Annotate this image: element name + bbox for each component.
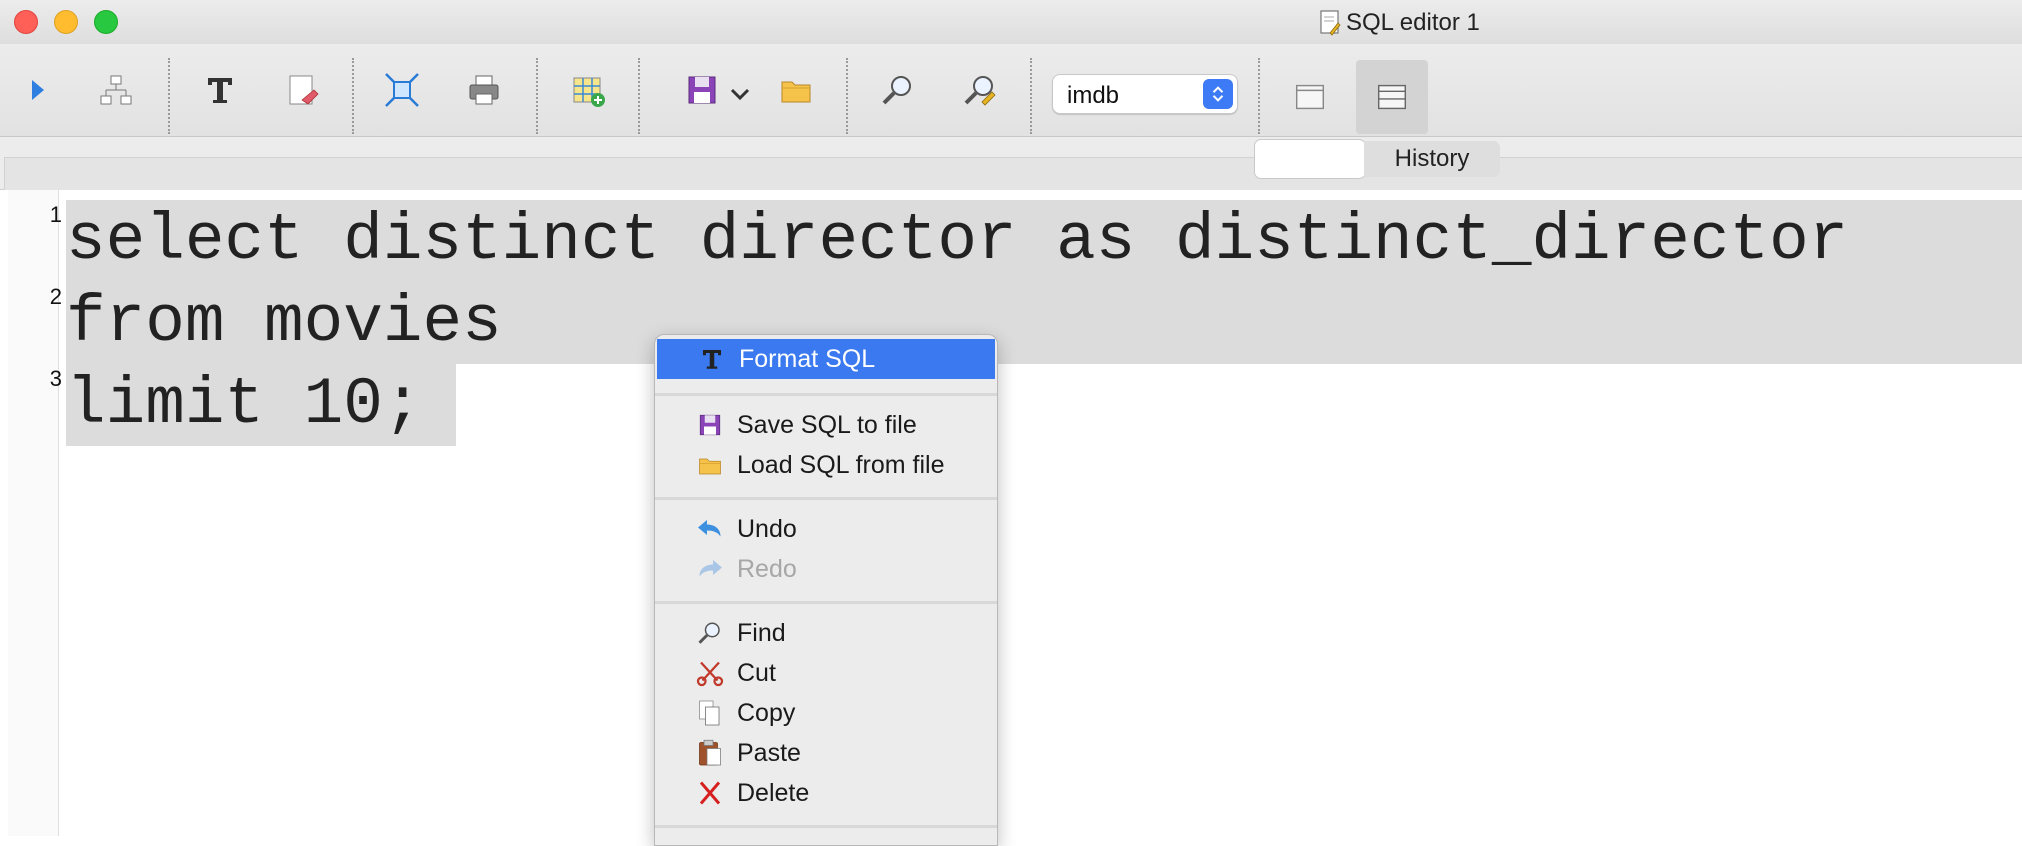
- toolbar-separator: [352, 58, 354, 134]
- find-icon: [882, 76, 911, 105]
- line-number: 3: [49, 366, 62, 391]
- menu-separator: [655, 601, 997, 604]
- format-sql-button[interactable]: [194, 64, 246, 116]
- menu-item-load-sql[interactable]: Load SQL from file: [655, 445, 995, 485]
- explain-plan-button[interactable]: [90, 64, 142, 116]
- find-icon: [693, 616, 727, 650]
- menu-separator: [655, 393, 997, 396]
- open-folder-icon: [693, 448, 727, 482]
- find-button[interactable]: [872, 64, 924, 116]
- sql-document-icon: [1320, 10, 1341, 36]
- window-title: SQL editor 1: [1318, 8, 1480, 38]
- copy-icon: [693, 696, 727, 730]
- single-pane-icon: [1295, 84, 1325, 110]
- code-line: select distinct director as distinct_dir…: [66, 203, 1849, 278]
- menu-item-find[interactable]: Find: [655, 613, 995, 653]
- expand-button[interactable]: [376, 64, 428, 116]
- menu-item-label: Load SQL from file: [737, 450, 945, 479]
- menu-item-label: Copy: [737, 698, 796, 727]
- menu-item-redo[interactable]: Redo: [655, 549, 995, 589]
- updown-chevron-icon: [1203, 79, 1233, 109]
- find-replace-icon: [964, 76, 996, 106]
- database-select[interactable]: imdb: [1052, 74, 1238, 114]
- menu-item-format-sql[interactable]: Format SQL: [657, 339, 995, 379]
- menu-separator: [655, 825, 997, 828]
- toolbar-separator: [638, 58, 640, 134]
- context-menu: Format SQL Save SQL to file Load SQL fro…: [654, 334, 998, 846]
- save-dropdown-button[interactable]: [720, 64, 760, 116]
- menu-separator: [655, 497, 997, 500]
- undo-icon: [693, 512, 727, 546]
- menu-item-label: Redo: [737, 554, 797, 583]
- find-replace-button[interactable]: [954, 64, 1006, 116]
- menu-item-cut[interactable]: Cut: [655, 653, 995, 693]
- minimize-window-button[interactable]: [54, 10, 78, 34]
- results-tab-strip: History: [0, 137, 2022, 190]
- save-icon: [688, 76, 716, 104]
- menu-item-save-sql[interactable]: Save SQL to file: [655, 405, 995, 445]
- line-number: 1: [49, 202, 62, 227]
- split-pane-icon: [1377, 84, 1407, 110]
- close-window-button[interactable]: [14, 10, 38, 34]
- print-icon: [469, 75, 499, 105]
- single-pane-layout-button[interactable]: [1274, 60, 1346, 134]
- save-icon: [693, 408, 727, 442]
- chevron-down-icon: [730, 88, 750, 101]
- menu-item-label: Delete: [737, 778, 810, 807]
- print-button[interactable]: [458, 64, 510, 116]
- toolbar-separator: [1030, 58, 1032, 134]
- expand-icon: [385, 73, 419, 107]
- toolbar-separator: [1258, 58, 1260, 134]
- split-pane-layout-button[interactable]: [1356, 60, 1428, 134]
- line-number: 2: [49, 284, 62, 309]
- toolbar: imdb: [0, 44, 2022, 137]
- zoom-window-button[interactable]: [94, 10, 118, 34]
- menu-item-undo[interactable]: Undo: [655, 509, 995, 549]
- cut-icon: [693, 656, 727, 690]
- new-table-icon: [573, 77, 605, 107]
- clear-editor-button[interactable]: [276, 64, 328, 116]
- toolbar-separator: [536, 58, 538, 134]
- code-line: limit 10;: [66, 367, 423, 442]
- tab-bar: [4, 157, 2022, 190]
- menu-item-paste[interactable]: Paste: [655, 733, 995, 773]
- menu-item-label: Undo: [737, 514, 797, 543]
- code-line: from movies: [66, 285, 502, 360]
- redo-icon: [693, 552, 727, 586]
- toolbar-separator: [168, 58, 170, 134]
- database-select-value: imdb: [1067, 82, 1120, 109]
- toolbar-separator: [846, 58, 848, 134]
- line-number-gutter: 1 2 3: [8, 190, 62, 836]
- open-file-button[interactable]: [770, 64, 822, 116]
- menu-item-label: Save SQL to file: [737, 410, 917, 439]
- menu-item-label: Cut: [737, 658, 776, 687]
- menu-item-delete[interactable]: Delete: [655, 773, 995, 813]
- explain-plan-icon: [100, 75, 132, 105]
- window-title-text: SQL editor 1: [1346, 9, 1480, 36]
- format-sql-icon: [208, 78, 232, 103]
- tab-history[interactable]: History: [1364, 141, 1500, 177]
- menu-item-label: Paste: [737, 738, 801, 767]
- execute-icon: [32, 80, 44, 100]
- delete-icon: [693, 776, 727, 810]
- open-folder-icon: [781, 81, 811, 103]
- new-table-button[interactable]: [562, 64, 614, 116]
- menu-item-label: Find: [737, 618, 786, 647]
- title-bar: SQL editor 1: [0, 0, 2022, 45]
- menu-item-label: Format SQL: [739, 344, 876, 373]
- tab-results[interactable]: [1254, 139, 1366, 179]
- format-sql-icon: [695, 342, 729, 376]
- sql-editor[interactable]: 1 2 3 select distinct director as distin…: [0, 190, 2022, 836]
- paste-icon: [693, 736, 727, 770]
- clear-icon: [289, 75, 319, 105]
- execute-button[interactable]: [10, 64, 62, 116]
- menu-item-copy[interactable]: Copy: [655, 693, 995, 733]
